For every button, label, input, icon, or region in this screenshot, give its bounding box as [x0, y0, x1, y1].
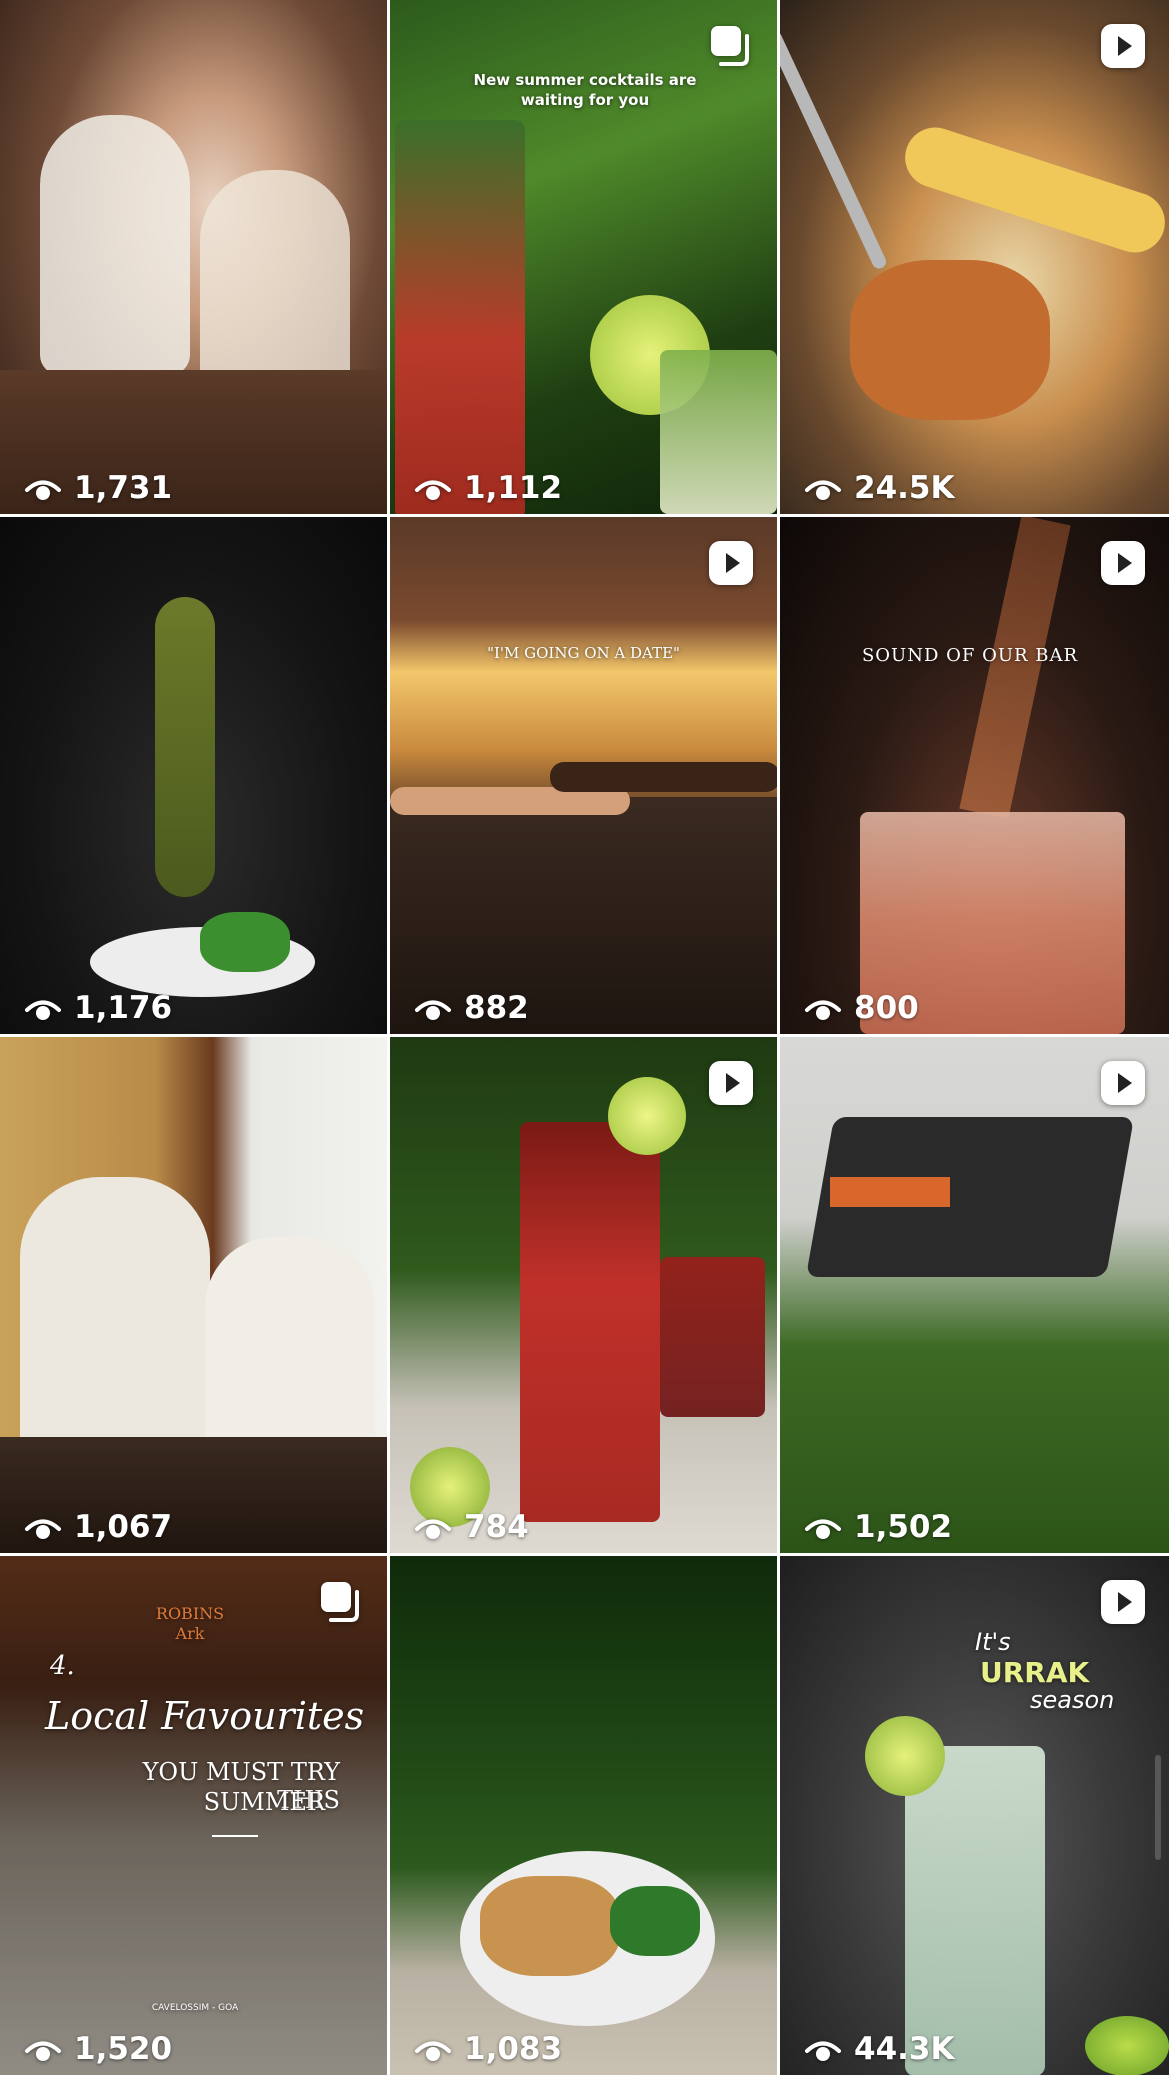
grid-post-1[interactable]: 1,731 — [0, 0, 387, 514]
eye-icon — [25, 1519, 61, 1539]
view-count: 1,502 — [804, 1509, 952, 1545]
view-count-text: 1,502 — [854, 1509, 953, 1545]
view-count: 784 — [414, 1509, 529, 1545]
post-caption-its: It's — [975, 1628, 1011, 1656]
view-count-text: 882 — [464, 990, 529, 1026]
grid-post-7[interactable]: 1,067 — [0, 1037, 387, 1553]
reel-icon — [1099, 539, 1147, 587]
view-count: 1,083 — [414, 2031, 562, 2067]
carousel-icon — [707, 22, 755, 70]
lime-slice — [865, 1716, 945, 1796]
view-count-text: 800 — [854, 990, 919, 1026]
grid-post-2[interactable]: New summer cocktails are waiting for you… — [390, 0, 777, 514]
brand-logo: ROBINS Ark — [155, 1604, 225, 1643]
eye-icon — [25, 2041, 61, 2061]
post-title-overlay: Local Favourites — [45, 1694, 365, 1738]
post-caption-overlay: "I'M GOING ON A DATE" — [487, 644, 680, 662]
eye-icon — [415, 480, 451, 500]
view-count: 882 — [414, 990, 529, 1026]
view-count-text: 784 — [464, 1509, 529, 1545]
view-count: 1,176 — [24, 990, 172, 1026]
reel-icon — [707, 1059, 755, 1107]
view-count: 800 — [804, 990, 919, 1026]
salad — [200, 912, 290, 972]
reel-icon — [707, 539, 755, 587]
eye-icon — [805, 1000, 841, 1020]
view-count: 44.3K — [804, 2031, 955, 2067]
reel-icon — [1099, 22, 1147, 70]
view-count: 24.5K — [804, 470, 955, 506]
scrollbar-thumb[interactable] — [1155, 1755, 1161, 1860]
grid-post-12[interactable]: It's URRAK season 44.3K — [780, 1556, 1169, 2075]
post-thumbnail — [780, 0, 1169, 514]
view-count-text: 1,520 — [74, 2031, 173, 2067]
post-number: 4. — [50, 1651, 75, 1681]
location-label: CAVELOSSIM - GOA — [151, 2003, 239, 2013]
grid-post-4[interactable]: 1,176 — [0, 517, 387, 1034]
grid-post-3[interactable]: 24.5K — [780, 0, 1169, 514]
kebab-skewer — [155, 597, 215, 897]
person-figure — [20, 1177, 210, 1457]
reel-icon — [1099, 1059, 1147, 1107]
cocktail-glass — [660, 350, 777, 514]
post-caption-urrak: URRAK — [980, 1656, 1090, 1689]
grid-post-8[interactable]: 784 — [390, 1037, 777, 1553]
eye-icon — [415, 2041, 451, 2061]
salad — [610, 1886, 700, 1956]
view-count-text: 1,176 — [74, 990, 173, 1026]
carousel-icon — [317, 1578, 365, 1626]
schnitzel — [480, 1876, 620, 1976]
view-count: 1,067 — [24, 1509, 172, 1545]
view-count-text: 1,083 — [464, 2031, 563, 2067]
eye-icon — [805, 1519, 841, 1539]
eye-icon — [25, 480, 61, 500]
post-caption-overlay: New summer cocktails are waiting for you — [473, 71, 697, 109]
person-figure — [40, 115, 190, 375]
post-caption-season: season — [1030, 1686, 1115, 1714]
eye-icon — [25, 1000, 61, 1020]
shot-glass — [660, 1257, 765, 1417]
grid-post-9[interactable]: 1,502 — [780, 1037, 1169, 1553]
view-count-text: 1,112 — [464, 470, 563, 506]
view-count-text: 1,731 — [74, 470, 173, 506]
eye-icon — [805, 480, 841, 500]
cushion — [830, 1177, 950, 1207]
grid-post-10[interactable]: ROBINS Ark 4. Local Favourites YOU MUST … — [0, 1556, 387, 2075]
post-grid: 1,731 New summer cocktails are waiting f… — [0, 0, 1169, 2075]
cocktail-glass — [905, 1746, 1045, 2075]
view-count: 1,112 — [414, 470, 562, 506]
reel-icon — [1099, 1578, 1147, 1626]
eye-icon — [415, 1519, 451, 1539]
cocktail-glass — [395, 120, 525, 514]
post-subtitle-overlay: SUMMER — [203, 1788, 325, 1816]
food — [850, 260, 1050, 420]
arrow-icon — [212, 1835, 258, 1837]
post-thumbnail — [780, 1037, 1169, 1553]
view-count: 1,520 — [24, 2031, 172, 2067]
cocktail-glass — [520, 1122, 660, 1522]
arm — [550, 762, 777, 792]
view-count-text: 44.3K — [854, 2031, 955, 2067]
grid-post-11[interactable]: 1,083 — [390, 1556, 777, 2075]
post-caption-overlay: SOUND OF OUR BAR — [861, 645, 1079, 666]
view-count-text: 1,067 — [74, 1509, 173, 1545]
grid-post-6[interactable]: SOUND OF OUR BAR 800 — [780, 517, 1169, 1034]
eye-icon — [805, 2041, 841, 2061]
view-count-text: 24.5K — [854, 470, 955, 506]
lime-slice — [608, 1077, 686, 1155]
grid-post-5[interactable]: "I'M GOING ON A DATE" 882 — [390, 517, 777, 1034]
view-count: 1,731 — [24, 470, 172, 506]
lime-slice — [1085, 2016, 1169, 2075]
eye-icon — [415, 1000, 451, 1020]
